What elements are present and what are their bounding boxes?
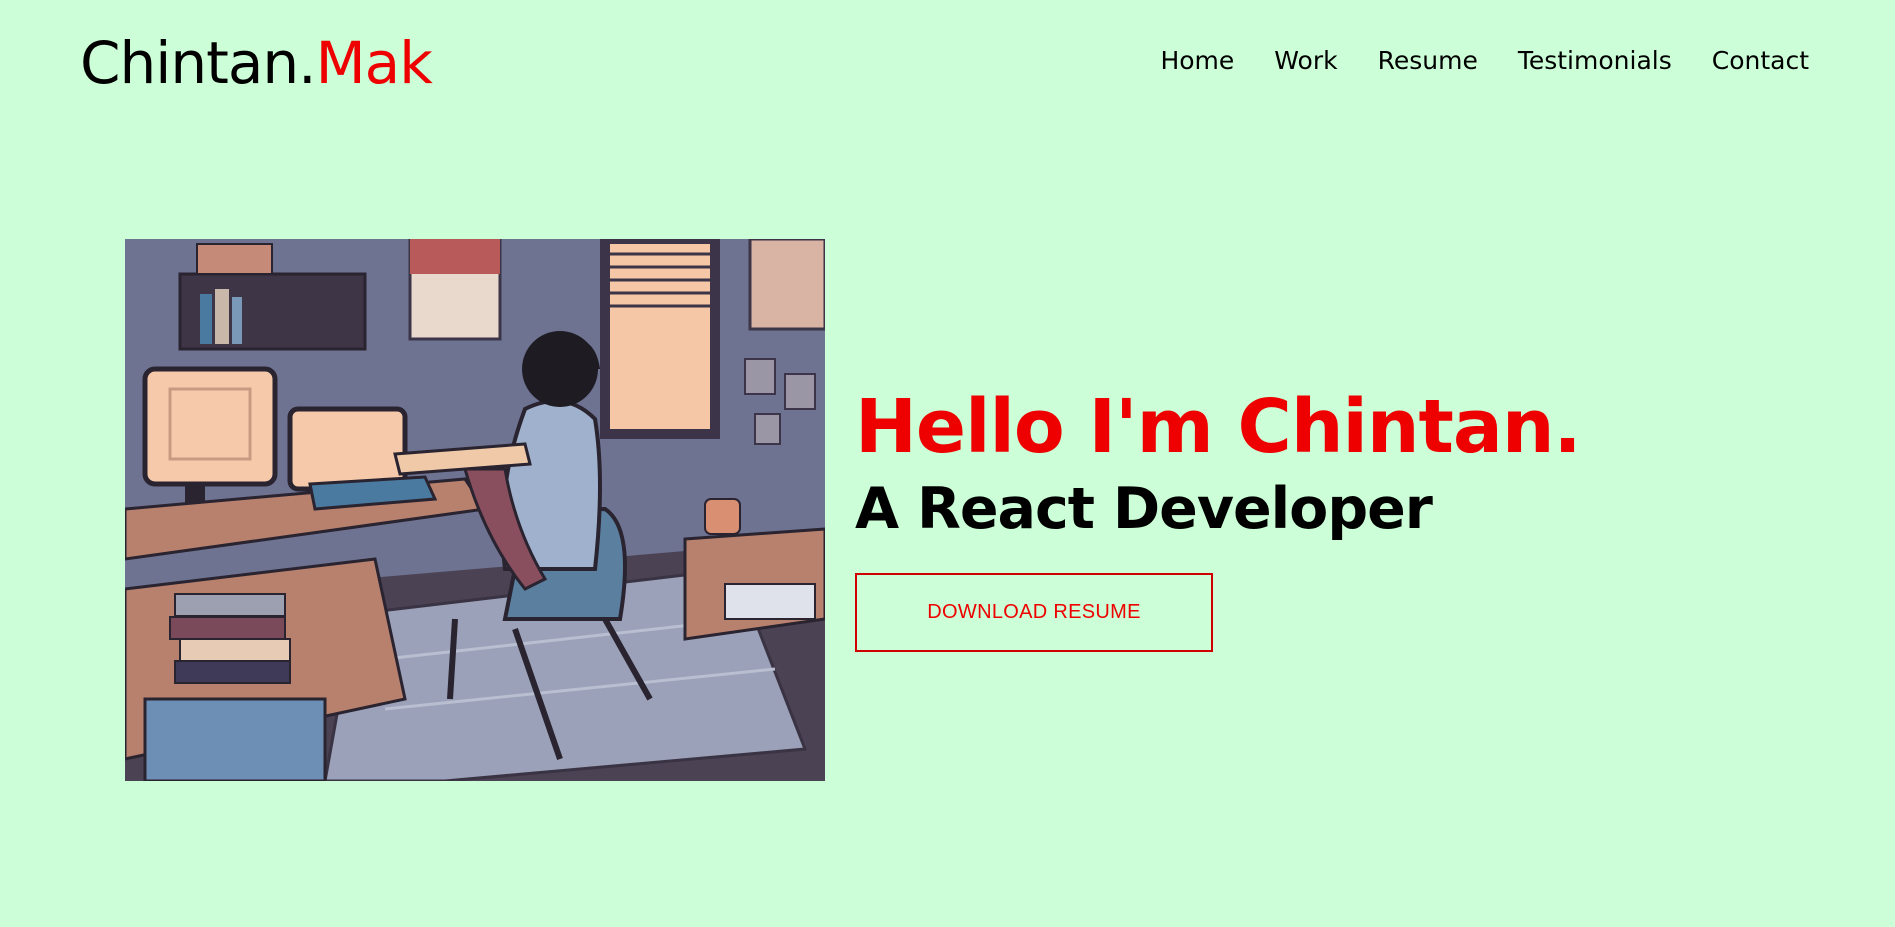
hero-illustration (125, 239, 825, 781)
nav-item-work[interactable]: Work (1274, 44, 1337, 78)
nav-item-testimonials[interactable]: Testimonials (1518, 44, 1672, 78)
hero-text: Hello I'm Chintan. A React Developer (855, 382, 1582, 546)
site-logo[interactable]: Chintan.Mak (80, 28, 433, 98)
main-nav: Home Work Resume Testimonials Contact (1160, 44, 1809, 78)
download-resume-button[interactable]: DOWNLOAD RESUME (855, 573, 1213, 652)
nav-item-contact[interactable]: Contact (1712, 44, 1809, 78)
hero-role: A React Developer (855, 476, 1433, 542)
nav-item-home[interactable]: Home (1160, 44, 1234, 78)
logo-accent-text: Mak (315, 29, 433, 97)
logo-primary-text: Chintan. (80, 29, 317, 97)
nav-item-resume[interactable]: Resume (1378, 44, 1478, 78)
site-header: Chintan.Mak Home Work Resume Testimonial… (0, 0, 1895, 120)
hero-greeting: Hello I'm Chintan. (855, 384, 1582, 470)
